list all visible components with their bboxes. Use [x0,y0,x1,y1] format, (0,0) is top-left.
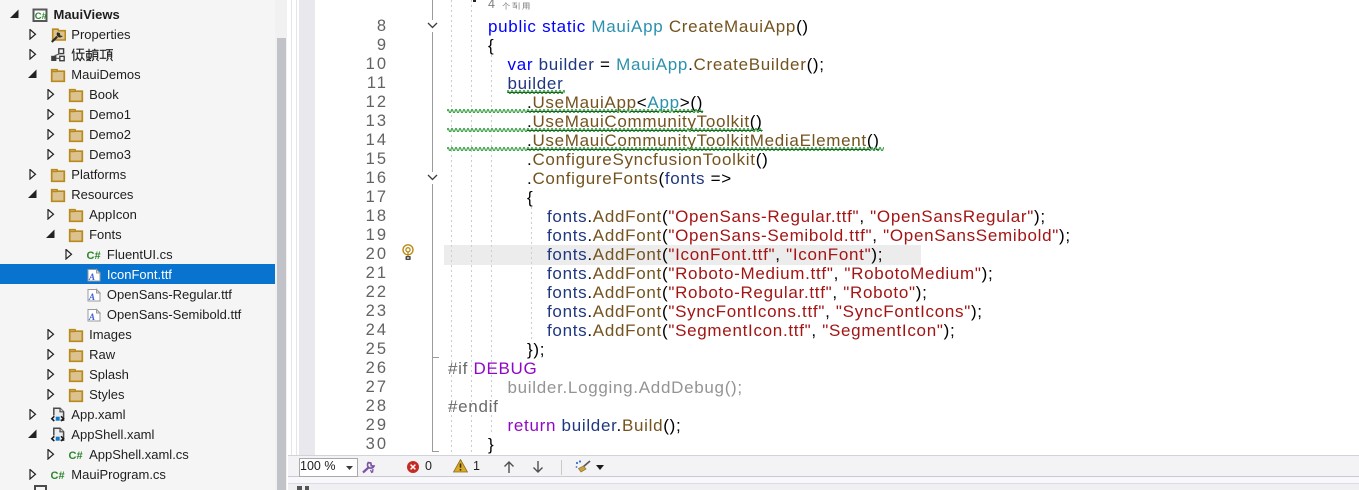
svg-text:A: A [88,312,95,322]
svg-text:C#: C# [35,11,48,22]
svg-text:C#: C# [87,250,101,262]
svg-text:C#: C# [69,450,83,462]
svg-text:A: A [88,292,95,302]
svg-text:A: A [88,272,95,282]
svg-text:C#: C# [51,470,65,482]
